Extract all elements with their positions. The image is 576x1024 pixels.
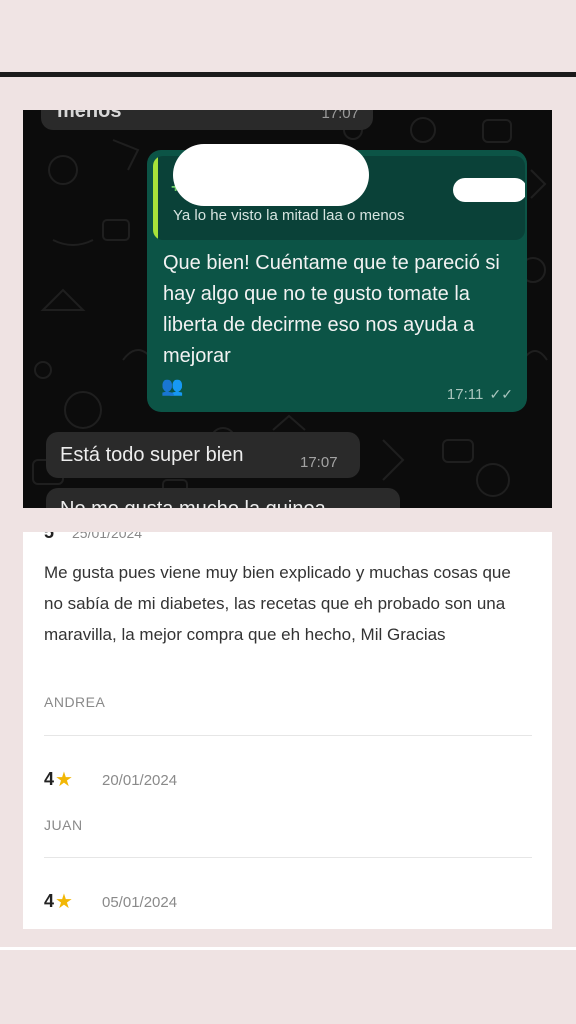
message-text: Está todo super bien: [60, 444, 244, 466]
review-date: 25/01/2024: [72, 532, 143, 541]
review-header-cut: 5 25/01/2024: [44, 532, 143, 542]
star-icon: ★: [55, 769, 73, 791]
star-icon: ★: [55, 891, 73, 913]
incoming-message-cut: No me gusta mucho la quinoa: [46, 488, 400, 508]
top-band: [0, 0, 576, 72]
redaction-mark: [173, 144, 369, 206]
review-date: 20/01/2024: [102, 772, 178, 789]
review-date: 05/01/2024: [102, 894, 178, 911]
rating-number: 4: [44, 769, 55, 789]
review-rating: 4★: [44, 889, 73, 914]
review-text: Me gusta pues viene muy bien explicado y…: [44, 563, 511, 644]
incoming-message-cut: menos 17:07: [41, 110, 373, 130]
divider: [44, 735, 532, 736]
reviews-card: 5 25/01/2024 Me gusta pues viene muy bien…: [23, 532, 552, 929]
message-time: 17:07: [300, 454, 338, 471]
review-rating: 4★: [44, 767, 73, 792]
review-author: ANDREA: [44, 694, 106, 710]
double-check-icon: ✓✓: [489, 386, 513, 402]
divider: [44, 857, 532, 858]
reply-time: 17:11: [446, 386, 484, 403]
review-rating: 5: [44, 532, 55, 542]
reply-time-row: 17:11 ✓✓: [447, 386, 513, 403]
quoted-text: Ya lo he visto la mitad laa o menos: [173, 207, 405, 224]
outgoing-reply-bubble: + Ya lo he visto la mitad laa o menos Qu…: [147, 144, 527, 412]
top-divider: [0, 72, 576, 77]
message-time: 17:07: [321, 110, 359, 122]
chat-screenshot: menos 17:07 + Ya lo he visto la mitad la…: [23, 110, 552, 508]
reply-text: Que bien! Cuéntame que te pareció si hay…: [163, 252, 500, 367]
redaction-mark-small: [453, 178, 525, 202]
incoming-message: Está todo super bien 17:07: [46, 432, 360, 478]
message-text: menos: [57, 110, 122, 122]
bottom-divider: [0, 947, 576, 950]
rating-number: 4: [44, 891, 55, 911]
people-icon: 👥: [161, 376, 184, 396]
message-text: No me gusta mucho la quinoa: [60, 498, 326, 508]
quote-accent-bar: [153, 156, 158, 240]
review-author: JUAN: [44, 817, 83, 833]
